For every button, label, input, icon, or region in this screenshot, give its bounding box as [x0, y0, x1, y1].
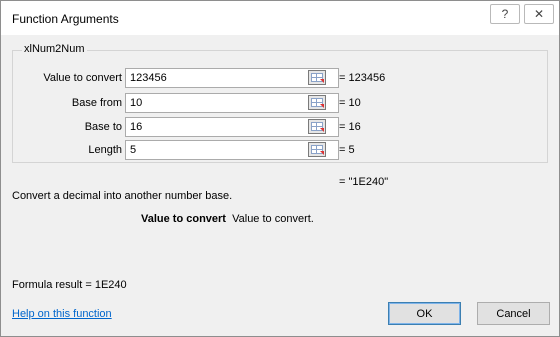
argument-result: = 10 — [339, 97, 361, 109]
argument-row-base-to: Base to = 16 — [12, 117, 552, 139]
close-icon: ✕ — [533, 7, 545, 21]
help-button[interactable]: ? — [490, 4, 520, 24]
argument-row-base-from: Base from = 10 — [12, 93, 552, 115]
argument-result: = 5 — [339, 144, 355, 156]
argument-description: Value to convert Value to convert. — [141, 213, 314, 225]
range-select-button[interactable] — [308, 119, 326, 134]
function-description: Convert a decimal into another number ba… — [12, 190, 233, 202]
help-on-function-link[interactable]: Help on this function — [12, 308, 112, 320]
value-to-convert-input[interactable] — [125, 68, 339, 88]
argument-label: Value to convert — [43, 72, 122, 84]
overall-result: = "1E240" — [339, 176, 389, 188]
argument-label: Base from — [71, 97, 122, 109]
question-icon: ? — [501, 7, 509, 21]
range-select-button[interactable] — [308, 142, 326, 157]
base-to-input[interactable] — [125, 117, 339, 137]
close-button[interactable]: ✕ — [524, 4, 554, 24]
cancel-button[interactable]: Cancel — [477, 302, 550, 325]
title-bar: Function Arguments ? ✕ — [1, 1, 559, 35]
function-arguments-dialog: Function Arguments ? ✕ xlNum2Num Value t… — [0, 0, 560, 337]
base-from-input[interactable] — [125, 93, 339, 113]
function-name: xlNum2Num — [22, 43, 87, 55]
argument-result: = 16 — [339, 121, 361, 133]
argument-row-value-to-convert: Value to convert = 123456 — [12, 68, 552, 90]
formula-result: Formula result = 1E240 — [12, 279, 127, 291]
ok-button[interactable]: OK — [388, 302, 461, 325]
range-select-button[interactable] — [308, 95, 326, 110]
argument-result: = 123456 — [339, 72, 386, 84]
length-input[interactable] — [125, 140, 339, 160]
argument-label: Base to — [84, 121, 122, 133]
argument-description-name: Value to convert — [141, 213, 226, 225]
range-select-button[interactable] — [308, 70, 326, 85]
argument-description-text: Value to convert. — [232, 213, 314, 225]
dialog-title: Function Arguments — [12, 12, 119, 26]
argument-label: Length — [88, 144, 122, 156]
argument-row-length: Length = 5 — [12, 140, 552, 162]
